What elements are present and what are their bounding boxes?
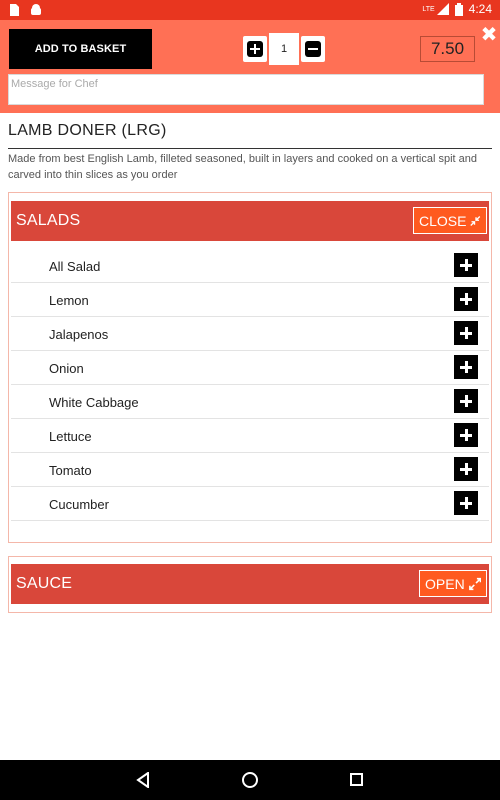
expand-icon (468, 577, 481, 590)
recent-apps-icon[interactable] (350, 773, 363, 786)
sauce-section: SAUCE OPEN (8, 556, 492, 613)
add-to-basket-button[interactable]: ADD TO BASKET (9, 29, 152, 69)
clock: 4:24 (468, 2, 492, 16)
option-label: Lemon (49, 293, 89, 308)
sauce-section-header[interactable]: SAUCE OPEN (11, 564, 489, 604)
list-item: All Salad (11, 249, 489, 283)
quantity-stepper: 1 (243, 33, 325, 65)
list-item: Lettuce (11, 419, 489, 453)
list-item: Jalapenos (11, 317, 489, 351)
option-label: Jalapenos (49, 327, 109, 342)
price-display: 7.50 (420, 36, 475, 62)
close-section-button[interactable]: CLOSE (413, 207, 487, 234)
status-bar: LTE 4:24 (0, 0, 500, 20)
add-option-button[interactable] (454, 287, 478, 311)
lte-signal-icon: LTE (422, 3, 449, 15)
quantity-value[interactable]: 1 (269, 33, 299, 65)
open-section-button[interactable]: OPEN (419, 570, 487, 597)
minus-icon (305, 41, 321, 57)
add-option-button[interactable] (454, 253, 478, 277)
option-label: All Salad (49, 259, 101, 274)
add-option-button[interactable] (454, 389, 478, 413)
section-title: SALADS (16, 212, 81, 229)
close-icon[interactable]: ✖ (480, 25, 498, 45)
collapse-icon (470, 215, 481, 226)
increase-quantity-button[interactable] (243, 36, 267, 62)
list-item: Tomato (11, 453, 489, 487)
salads-section: SALADS CLOSE All Salad Lemon Jalapenos O… (8, 192, 492, 543)
add-option-button[interactable] (454, 321, 478, 345)
decrease-quantity-button[interactable] (301, 36, 325, 62)
product-description: Made from best English Lamb, filleted se… (8, 153, 477, 181)
add-option-button[interactable] (454, 355, 478, 379)
option-label: Onion (49, 361, 84, 376)
option-label: Tomato (49, 463, 92, 478)
add-option-button[interactable] (454, 423, 478, 447)
toggle-label: CLOSE (419, 212, 467, 229)
option-label: Cucumber (49, 497, 109, 512)
toggle-label: OPEN (425, 575, 465, 592)
plus-icon (247, 41, 263, 57)
add-option-button[interactable] (454, 457, 478, 481)
battery-icon (454, 2, 463, 16)
android-icon (31, 4, 41, 15)
salads-section-header[interactable]: SALADS CLOSE (11, 201, 489, 241)
list-item: Onion (11, 351, 489, 385)
product-title: LAMB DONER (LRG) (8, 122, 167, 139)
list-item: White Cabbage (11, 385, 489, 419)
list-item: Lemon (11, 283, 489, 317)
section-title: SAUCE (16, 575, 73, 592)
option-label: White Cabbage (49, 395, 139, 410)
salad-options-list: All Salad Lemon Jalapenos Onion White Ca… (11, 249, 489, 521)
order-header: ADD TO BASKET 1 7.50 ✖ Message for Chef (0, 20, 500, 113)
add-option-button[interactable] (454, 491, 478, 515)
network-label: LTE (422, 5, 435, 13)
back-icon[interactable] (136, 772, 150, 788)
home-icon[interactable] (242, 772, 258, 788)
navigation-bar (0, 760, 500, 800)
sd-card-icon (10, 4, 19, 16)
divider (8, 148, 492, 149)
list-item: Cucumber (11, 487, 489, 521)
chef-message-input[interactable]: Message for Chef (8, 74, 484, 105)
option-label: Lettuce (49, 429, 92, 444)
